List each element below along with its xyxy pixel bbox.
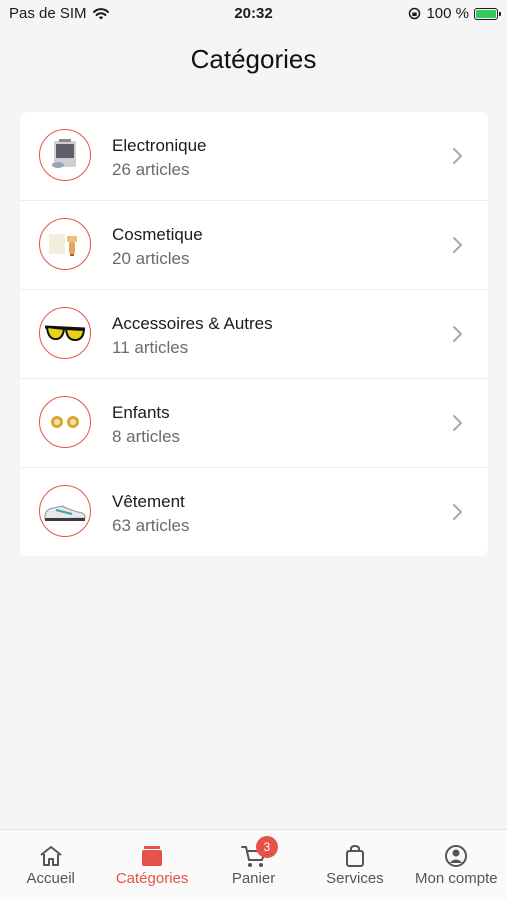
chevron-right-icon [453, 415, 462, 431]
category-name: Vêtement [112, 492, 185, 511]
tab-panier[interactable]: 3 Panier [203, 830, 304, 900]
status-bar: Pas de SIM 20:32 100 % [0, 0, 507, 28]
tab-mon-compte[interactable]: Mon compte [406, 830, 507, 900]
chevron-right-icon [453, 237, 462, 253]
category-name: Accessoires & Autres [112, 314, 273, 333]
bag-icon [345, 844, 364, 867]
account-icon [445, 845, 468, 867]
sneaker-thumbnail [39, 485, 91, 537]
tab-label: Accueil [26, 870, 75, 887]
electronics-thumbnail [39, 129, 91, 181]
tab-label: Mon compte [415, 870, 498, 887]
chevron-right-icon [453, 504, 462, 520]
category-count: 26 articles [112, 160, 190, 179]
status-right: 100 % [408, 5, 501, 22]
category-list: Electronique 26 articles Cosmetique 20 a… [20, 112, 488, 556]
battery-percent: 100 % [426, 5, 469, 22]
category-row-accessoires[interactable]: Accessoires & Autres 11 articles [20, 290, 488, 379]
tab-accueil[interactable]: Accueil [0, 830, 101, 900]
tab-categories[interactable]: Catégories [101, 830, 202, 900]
category-name: Enfants [112, 403, 170, 422]
tab-bar: Accueil Catégories 3 Panier Services Mon… [0, 829, 507, 900]
page-title: Catégories [190, 44, 317, 74]
category-count: 63 articles [112, 516, 190, 535]
earrings-thumbnail [39, 396, 91, 448]
category-row-electronique[interactable]: Electronique 26 articles [20, 112, 488, 201]
tab-label: Services [326, 870, 384, 887]
category-row-enfants[interactable]: Enfants 8 articles [20, 379, 488, 468]
battery-icon [474, 7, 501, 20]
category-row-vetement[interactable]: Vêtement 63 articles [20, 468, 488, 556]
category-name: Electronique [112, 136, 207, 155]
categories-icon [142, 846, 163, 866]
chevron-right-icon [453, 326, 462, 342]
tab-label: Panier [231, 870, 276, 887]
category-name: Cosmetique [112, 225, 203, 244]
category-count: 11 articles [112, 338, 189, 357]
orientation-lock-icon [409, 7, 421, 20]
tab-label: Catégories [115, 870, 189, 887]
cart-badge: 3 [255, 836, 278, 858]
sunglasses-thumbnail [39, 307, 91, 359]
home-icon [40, 846, 62, 866]
cosmetics-thumbnail [39, 218, 91, 270]
category-row-cosmetique[interactable]: Cosmetique 20 articles [20, 201, 488, 290]
category-count: 8 articles [112, 427, 181, 446]
category-count: 20 articles [112, 249, 190, 268]
chevron-right-icon [453, 148, 462, 164]
tab-services[interactable]: Services [304, 830, 405, 900]
